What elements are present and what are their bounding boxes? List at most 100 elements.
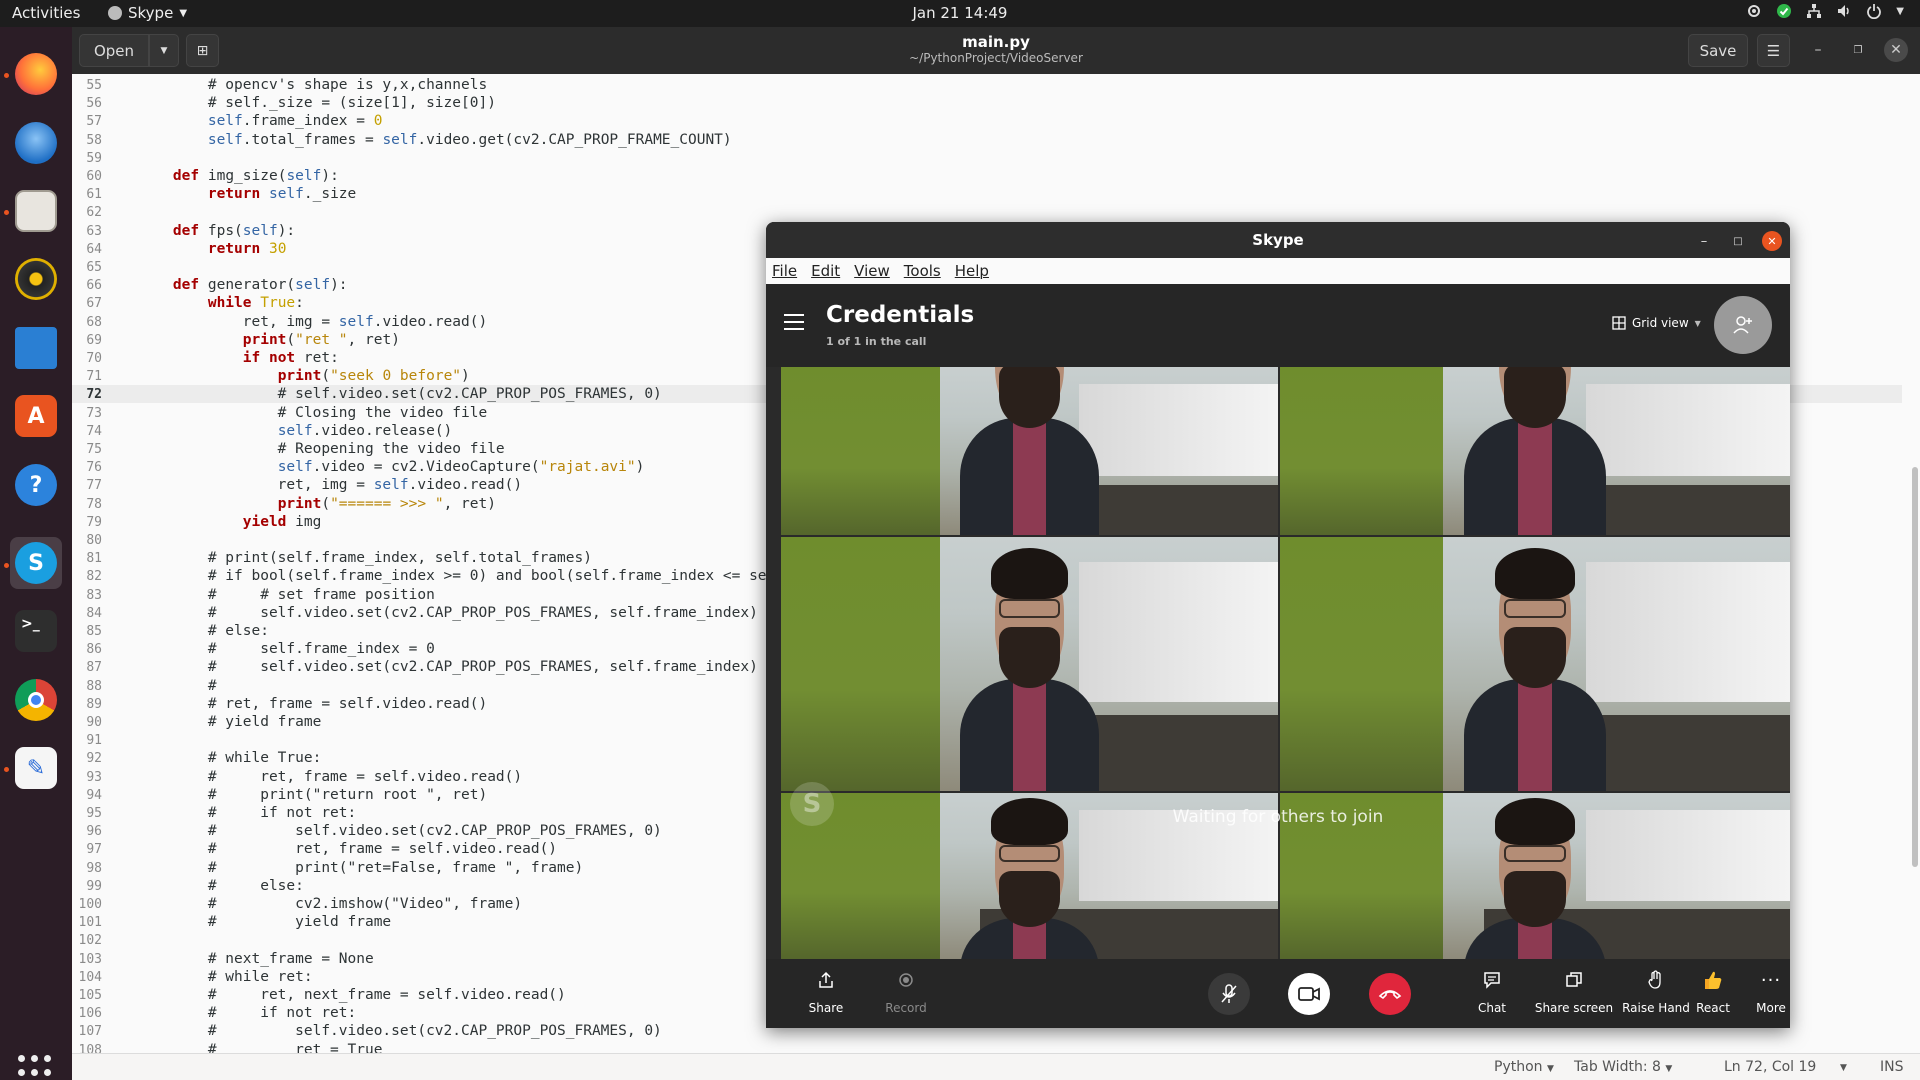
skype-titlebar[interactable]: Skype – □ ✕ [766, 222, 1790, 258]
hamburger-icon[interactable] [784, 314, 804, 330]
skype-small-icon [108, 6, 122, 20]
code-text: # self.video.set(cv2.CAP_PROP_POS_FRAMES… [138, 823, 662, 840]
dock-chrome[interactable] [10, 674, 62, 726]
chevron-down-icon[interactable]: ▼ [1840, 1063, 1847, 1073]
language-selector[interactable]: Python ▼ [1494, 1059, 1554, 1075]
video-tile[interactable] [781, 537, 1278, 791]
dock-text-editor[interactable]: ✎ [10, 742, 62, 794]
dock-help[interactable]: ? [10, 459, 62, 511]
code-text: if not ret: [242, 350, 339, 366]
dock-skype[interactable]: S [10, 537, 62, 589]
code-line[interactable]: 55 # opencv's shape is y,x,channels [72, 76, 1902, 94]
insert-mode[interactable]: INS [1880, 1059, 1904, 1075]
line-number: 107 [78, 1024, 102, 1040]
close-icon: ✕ [1890, 42, 1902, 58]
scrollbar-thumb[interactable] [1912, 467, 1918, 867]
video-tile[interactable] [781, 367, 1278, 535]
maximize-button[interactable]: ❐ [1846, 38, 1870, 62]
code-line[interactable]: 59 [72, 149, 1902, 167]
dock-rhythmbox[interactable] [10, 253, 62, 305]
cursor-position[interactable]: Ln 72, Col 19 [1724, 1059, 1816, 1075]
line-number: 57 [86, 114, 102, 130]
dock-firefox[interactable] [10, 48, 62, 100]
network-icon[interactable] [1806, 3, 1822, 19]
activities-button[interactable]: Activities [12, 4, 80, 22]
share-button[interactable]: Share [786, 969, 866, 1015]
record-label: Record [885, 1001, 927, 1015]
minimize-button[interactable]: – [1694, 231, 1714, 251]
chevron-down-icon[interactable]: ▼ [1896, 6, 1904, 17]
skype-menubar: File Edit View Tools Help [766, 258, 1790, 284]
chat-button[interactable]: Chat [1452, 969, 1532, 1015]
record-button[interactable]: Record [866, 969, 946, 1015]
code-line[interactable]: 57 self.frame_index = 0 [72, 112, 1902, 130]
menu-button[interactable]: ☰ [1757, 34, 1790, 67]
mute-button[interactable] [1208, 973, 1250, 1015]
power-icon[interactable] [1866, 3, 1882, 20]
line-number: 104 [78, 969, 102, 985]
dock-files[interactable] [10, 185, 62, 237]
line-number: 89 [86, 696, 102, 712]
grid-view-button[interactable]: Grid view ▼ [1612, 316, 1701, 330]
clock[interactable]: Jan 21 14:49 [0, 4, 1920, 22]
grid-view-label: Grid view [1632, 316, 1689, 330]
end-call-button[interactable] [1369, 973, 1411, 1015]
video-tile[interactable] [1280, 367, 1790, 535]
code-text: self.video.release() [277, 422, 453, 439]
save-button[interactable]: Save [1688, 34, 1748, 67]
line-number: 92 [86, 751, 102, 767]
app-menu[interactable]: Skype ▼ [108, 4, 187, 22]
volume-icon[interactable] [1836, 3, 1852, 19]
menu-tools[interactable]: Tools [904, 262, 941, 280]
menu-help[interactable]: Help [955, 262, 989, 280]
video-toggle-button[interactable] [1288, 973, 1330, 1015]
code-text: # ret, frame = self.video.read() [138, 695, 488, 712]
code-line[interactable]: 58 self.total_frames = self.video.get(cv… [72, 131, 1902, 149]
chevron-down-icon: ▼ [1665, 1064, 1673, 1074]
video-tile[interactable] [1280, 537, 1790, 791]
dock-thunderbird[interactable] [10, 117, 62, 169]
system-tray[interactable]: ▼ [1746, 3, 1904, 20]
code-text: return self._size [207, 186, 357, 203]
code-text: # # set frame position [138, 586, 435, 603]
react-label: React [1696, 1001, 1730, 1015]
menu-edit[interactable]: Edit [811, 262, 840, 280]
close-button[interactable]: ✕ [1762, 231, 1782, 251]
minimize-button[interactable]: – [1806, 38, 1830, 62]
line-number: 79 [86, 514, 102, 530]
document-path: ~/PythonProject/VideoServer [909, 51, 1083, 65]
code-text: return 30 [207, 240, 287, 257]
maximize-button[interactable]: □ [1728, 231, 1748, 251]
close-button[interactable]: ✕ [1884, 38, 1908, 62]
video-camera-icon [1298, 987, 1320, 1001]
code-line[interactable]: 62 [72, 203, 1902, 221]
code-line[interactable]: 61 return self._size [72, 185, 1902, 203]
code-line[interactable]: 56 # self._size = (size[1], size[0]) [72, 94, 1902, 112]
show-applications-icon[interactable] [18, 1055, 54, 1080]
share-screen-button[interactable]: Share screen [1534, 969, 1614, 1015]
tab-width-selector[interactable]: Tab Width: 8 ▼ [1574, 1059, 1672, 1075]
record-indicator-icon[interactable] [1746, 3, 1762, 19]
code-text: # opencv's shape is y,x,channels [138, 77, 488, 93]
more-button[interactable]: ··· More [1741, 969, 1790, 1016]
share-screen-icon [1563, 969, 1585, 991]
code-text: # else: [138, 623, 269, 639]
dock-software[interactable]: A [10, 390, 62, 442]
code-text: ret, img = self.video.read() [138, 477, 523, 494]
code-text: # if not ret: [138, 805, 357, 821]
call-header: Credentials 1 of 1 in the call Grid view… [766, 284, 1790, 367]
code-text: self.video = cv2.VideoCapture("rajat.avi… [277, 459, 645, 476]
dock-terminal[interactable]: >_ [10, 605, 62, 657]
rhythmbox-icon [15, 258, 57, 300]
update-check-icon[interactable] [1776, 3, 1792, 19]
code-text: # cv2.imshow("Video", frame) [138, 896, 523, 912]
menu-view[interactable]: View [854, 262, 890, 280]
line-number: 59 [86, 150, 102, 166]
add-participant-button[interactable] [1714, 296, 1772, 354]
menu-file[interactable]: File [772, 262, 797, 280]
react-button[interactable]: React [1683, 969, 1743, 1015]
code-line[interactable]: 60 def img_size(self): [72, 167, 1902, 185]
raise-hand-label: Raise Hand [1622, 1001, 1690, 1015]
dock-writer[interactable] [10, 322, 62, 374]
code-text: while True: [207, 295, 304, 312]
